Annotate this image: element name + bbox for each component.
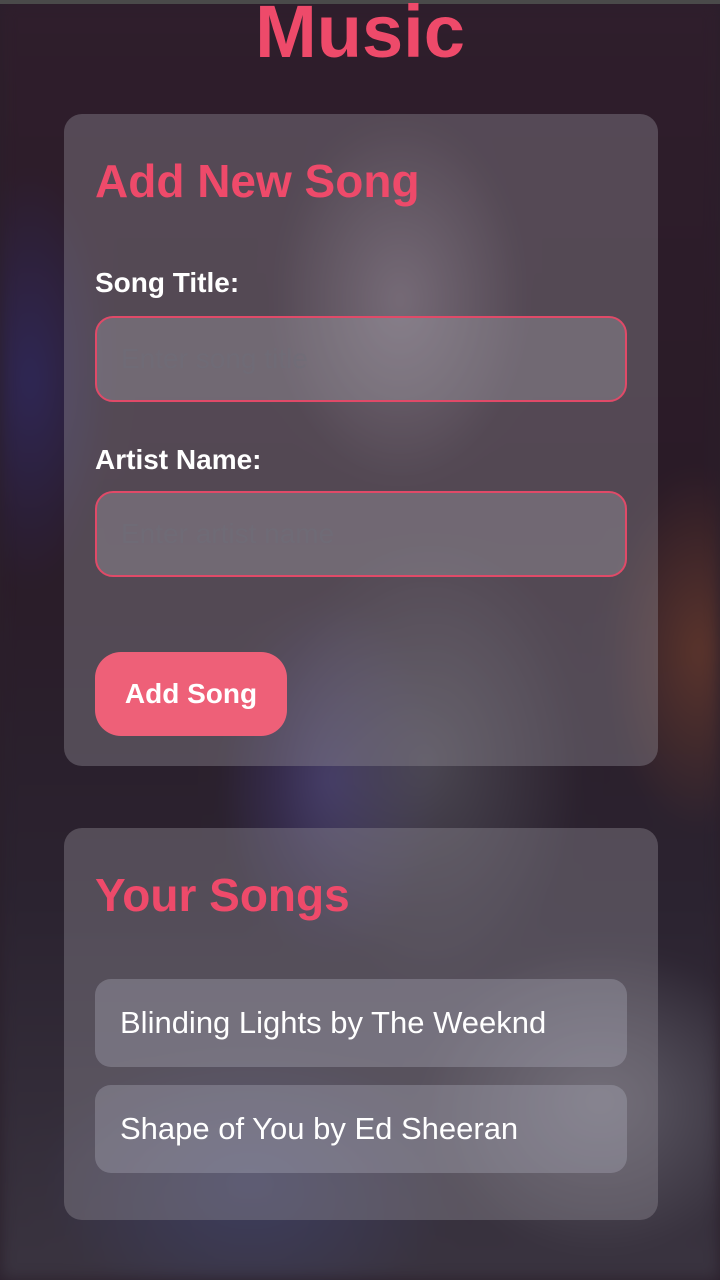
add-song-card: Add New Song Song Title: Artist Name: Ad… (64, 114, 658, 766)
song-title-input[interactable] (95, 316, 627, 402)
song-list-item[interactable]: Blinding Lights by The Weeknd (95, 979, 627, 1067)
artist-name-input[interactable] (95, 491, 627, 577)
add-song-heading: Add New Song (95, 155, 420, 207)
app-title: Music (255, 0, 465, 73)
song-title-label: Song Title: (95, 267, 240, 298)
add-song-button[interactable]: Add Song (95, 652, 287, 736)
song-list-item[interactable]: Shape of You by Ed Sheeran (95, 1085, 627, 1173)
your-songs-heading: Your Songs (95, 869, 350, 921)
artist-name-label: Artist Name: (95, 444, 262, 475)
your-songs-card: Your Songs Blinding Lights by The Weeknd… (64, 828, 658, 1220)
